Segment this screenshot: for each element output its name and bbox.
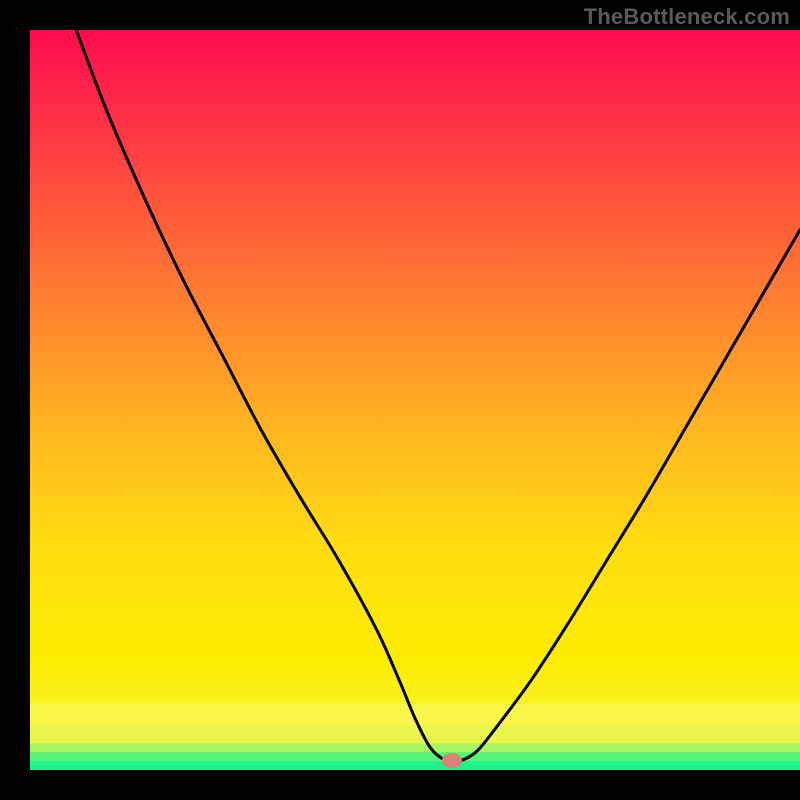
optimal-point-marker bbox=[442, 753, 462, 768]
chart-container: TheBottleneck.com bbox=[0, 0, 800, 800]
bottleneck-chart bbox=[0, 0, 800, 800]
watermark-text: TheBottleneck.com bbox=[584, 4, 790, 30]
